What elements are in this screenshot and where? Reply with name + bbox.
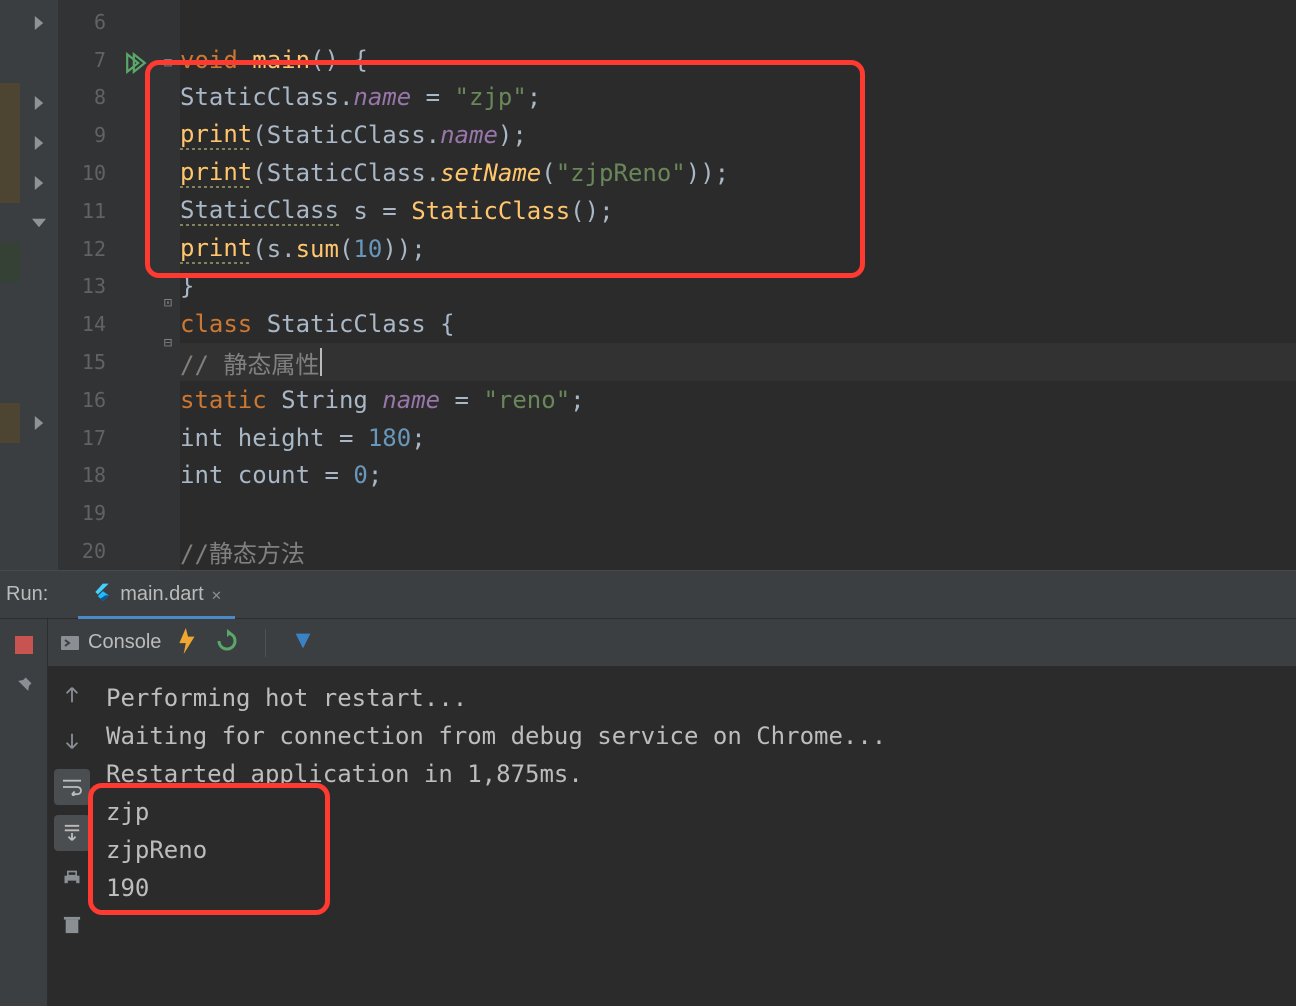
comment: // 静态属性 (180, 345, 319, 380)
line-number[interactable]: 17 (58, 419, 116, 457)
call: print (180, 158, 252, 188)
text-caret (320, 348, 322, 376)
fold-chevron-right-icon[interactable] (20, 403, 58, 443)
console-output[interactable]: Performing hot restart... Waiting for co… (96, 667, 1296, 1006)
console-tab-label: Console (88, 631, 161, 654)
call: print (180, 234, 252, 264)
devtools-icon[interactable] (292, 630, 314, 656)
trash-icon[interactable] (54, 907, 90, 943)
run-header: Run: main.dart ✕ (0, 571, 1296, 619)
line-number[interactable]: 10 (58, 154, 116, 192)
line-number[interactable]: 9 (58, 116, 116, 154)
scroll-to-end-icon[interactable] (54, 815, 90, 851)
editor-area: 6 7 8 9 10 11 12 13 14 15 16 17 18 19 20… (0, 0, 1296, 570)
console-line: Restarted application in 1,875ms. (106, 760, 583, 788)
console-line: 190 (106, 874, 149, 902)
outer-fold-strip (20, 0, 58, 570)
inner-fold-strip: ⊟ ⊡ ⊟ (156, 0, 180, 570)
fold-chevron-right-icon[interactable] (20, 163, 58, 203)
fold-chevron-down-icon[interactable] (20, 203, 58, 243)
arrow-down-icon[interactable] (54, 723, 90, 759)
console-line: Performing hot restart... (106, 684, 467, 712)
punct: () { (310, 46, 368, 74)
line-number[interactable]: 19 (58, 494, 116, 532)
console-side-toolbar (48, 667, 96, 1006)
line-number[interactable]: 6 (58, 3, 116, 41)
fold-chevron-right-icon[interactable] (20, 83, 58, 123)
stop-button[interactable] (8, 629, 40, 661)
flutter-icon (92, 581, 112, 607)
run-panel: Run: main.dart ✕ Console (0, 570, 1296, 1006)
run-gutter (116, 0, 156, 570)
fold-chevron-right-icon[interactable] (20, 123, 58, 163)
string-literal: "zjp" (455, 83, 527, 111)
soft-wrap-icon[interactable] (54, 769, 90, 805)
run-label: Run: (0, 583, 58, 606)
fold-end-icon[interactable]: ⊡ (156, 283, 180, 323)
fold-minus-icon[interactable]: ⊟ (156, 43, 180, 83)
field: name (353, 83, 411, 111)
run-tab-label: main.dart (120, 583, 203, 606)
keyword: void (180, 46, 238, 74)
line-number-gutter[interactable]: 6 7 8 9 10 11 12 13 14 15 16 17 18 19 20 (58, 0, 116, 570)
line-number[interactable]: 18 (58, 457, 116, 495)
call: print (180, 120, 252, 150)
code-editor[interactable]: void main() { StaticClass.name = "zjp"; … (180, 0, 1296, 570)
console-line: zjp (106, 798, 149, 826)
line-number[interactable]: 14 (58, 305, 116, 343)
pin-button[interactable] (8, 669, 40, 701)
hot-reload-icon[interactable] (179, 628, 197, 658)
comment: //静态方法 (180, 534, 305, 569)
console-tab[interactable]: Console (60, 631, 161, 654)
run-entrypoint-icon[interactable] (116, 43, 156, 83)
line-number[interactable]: 13 (58, 268, 116, 306)
hot-restart-icon[interactable] (215, 629, 239, 657)
arrow-up-icon[interactable] (54, 677, 90, 713)
line-number[interactable]: 8 (58, 79, 116, 117)
console-line: Waiting for connection from debug servic… (106, 722, 886, 750)
line-number[interactable]: 12 (58, 230, 116, 268)
fold-minus-icon[interactable]: ⊟ (156, 323, 180, 363)
line-number[interactable]: 7 (58, 41, 116, 79)
run-tab[interactable]: main.dart ✕ (78, 572, 235, 619)
print-icon[interactable] (54, 861, 90, 897)
class-ref: StaticClass. (180, 83, 353, 111)
console-header: Console (48, 619, 1296, 667)
console-line: zjpReno (106, 836, 207, 864)
run-toolbar (0, 619, 48, 1006)
marker-stripe (0, 0, 20, 570)
line-number[interactable]: 11 (58, 192, 116, 230)
line-number[interactable]: 16 (58, 381, 116, 419)
close-icon[interactable]: ✕ (212, 585, 222, 604)
line-number[interactable]: 15 (58, 343, 116, 381)
fold-chevron-right-icon[interactable] (20, 3, 58, 43)
function-name: main (252, 46, 310, 74)
line-number[interactable]: 20 (58, 532, 116, 570)
